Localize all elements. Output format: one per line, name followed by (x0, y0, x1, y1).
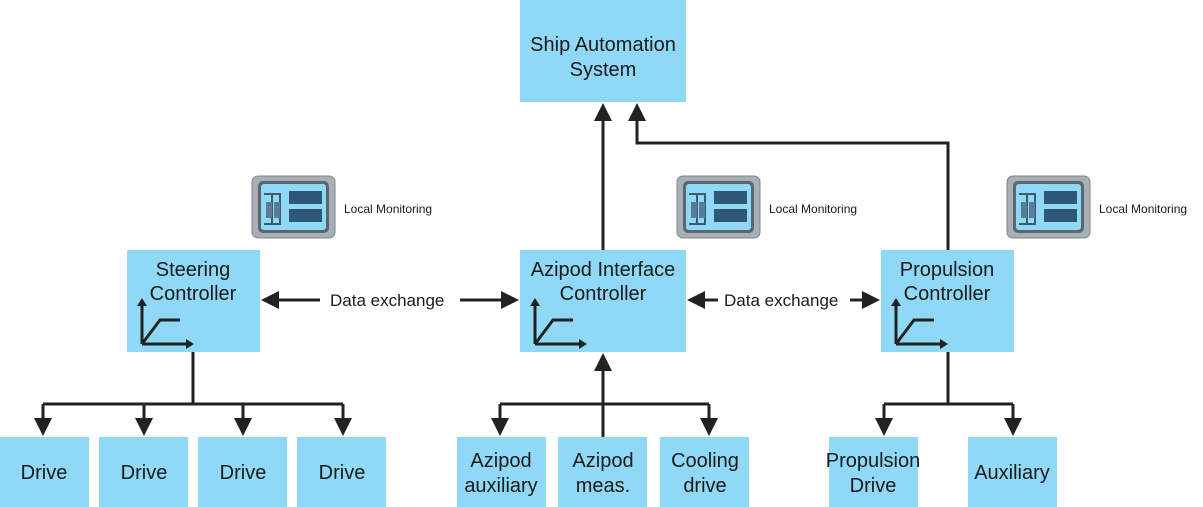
drive-box: Drive (198, 437, 287, 507)
propulsion-drive-box: Propulsion Drive (826, 437, 921, 507)
svg-text:Controller: Controller (904, 283, 991, 305)
drive-box: Drive (297, 437, 386, 507)
local-monitoring-label: Local Monitoring (769, 202, 857, 216)
svg-text:Propulsion: Propulsion (900, 259, 995, 281)
svg-text:Steering: Steering (156, 259, 231, 281)
ship-automation-system-box: Ship Automation System (520, 0, 686, 102)
azipod-meas-box: Azipod meas. (558, 437, 647, 507)
local-monitoring-label: Local Monitoring (1099, 202, 1187, 216)
cooling-drive-box: Cooling drive (660, 437, 749, 507)
svg-text:Controller: Controller (560, 283, 647, 305)
drive-box: Drive (0, 437, 89, 507)
svg-text:Propulsion: Propulsion (826, 450, 921, 472)
svg-text:Ship Automation: Ship Automation (530, 34, 676, 56)
svg-text:Azipod: Azipod (572, 450, 633, 472)
svg-text:Drive: Drive (220, 462, 267, 484)
svg-text:Drive: Drive (319, 462, 366, 484)
svg-text:Drive: Drive (121, 462, 168, 484)
svg-text:meas.: meas. (576, 475, 630, 497)
drive-box: Drive (99, 437, 188, 507)
local-monitoring-screen-icon (1006, 175, 1091, 239)
local-monitoring-label: Local Monitoring (344, 202, 432, 216)
svg-text:Drive: Drive (850, 475, 897, 497)
svg-text:Azipod: Azipod (470, 450, 531, 472)
system-diagram: Data exchange Data exchange Ship Automat… (0, 0, 1187, 507)
local-monitoring-screen-icon (251, 175, 336, 239)
svg-text:Azipod Interface: Azipod Interface (531, 259, 676, 281)
data-exchange-label: Data exchange (724, 291, 838, 310)
steering-controller-box: Steering Controller (127, 250, 260, 352)
local-monitoring-screen-icon (676, 175, 761, 239)
data-exchange-label: Data exchange (330, 291, 444, 310)
azipod-auxiliary-box: Azipod auxiliary (457, 437, 546, 507)
svg-text:Drive: Drive (21, 462, 68, 484)
svg-text:Controller: Controller (150, 283, 237, 305)
svg-text:drive: drive (683, 475, 726, 497)
svg-text:System: System (570, 59, 637, 81)
auxiliary-box: Auxiliary (968, 437, 1057, 507)
svg-text:Cooling: Cooling (671, 450, 739, 472)
propulsion-controller-box: Propulsion Controller (881, 250, 1014, 352)
svg-text:Auxiliary: Auxiliary (974, 462, 1050, 484)
azipod-interface-controller-box: Azipod Interface Controller (520, 250, 686, 352)
svg-text:auxiliary: auxiliary (464, 475, 537, 497)
